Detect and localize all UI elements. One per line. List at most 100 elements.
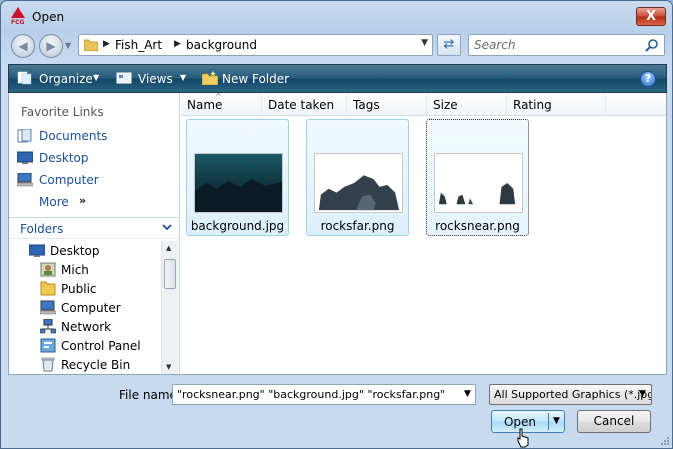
computer-icon <box>17 173 33 187</box>
recent-pages-dropdown[interactable]: ▼ <box>65 41 75 51</box>
computer-icon <box>40 300 56 315</box>
open-dialog: FCG Open X ◀ ▶ ▼ ▶ Fish_Art ▶ background… <box>0 0 673 449</box>
user-folder-icon <box>40 262 56 277</box>
folders-scrollbar[interactable]: ▲ ▼ <box>161 241 178 374</box>
network-icon <box>40 319 56 334</box>
close-button[interactable]: X <box>636 7 666 26</box>
file-item-rocksfar-png[interactable]: rocksfar.png <box>306 119 409 236</box>
window-title: Open <box>32 10 65 24</box>
breadcrumb-chevron-icon[interactable]: ▶ <box>103 39 110 49</box>
column-rating[interactable]: Rating <box>507 93 606 116</box>
column-label: Tags <box>353 98 380 112</box>
open-split-divider <box>548 413 549 430</box>
app-icon: FCG <box>11 7 25 25</box>
tree-item-control-panel[interactable]: Control Panel <box>40 337 180 355</box>
favorite-link-documents[interactable]: Documents <box>14 127 174 147</box>
column-label: Rating <box>513 98 552 112</box>
help-icon[interactable]: ? <box>640 71 656 87</box>
file-item-background-jpg[interactable]: background.jpg <box>186 119 289 236</box>
views-menu[interactable]: Views <box>138 72 173 86</box>
column-date-taken[interactable]: Date taken <box>262 93 347 116</box>
file-item-rocksnear-png[interactable]: rocksnear.png <box>426 119 529 236</box>
folder-icon <box>84 39 98 51</box>
favorite-link-label: More <box>39 195 69 209</box>
tree-item-label: Public <box>61 282 97 296</box>
views-chevron-down-icon[interactable]: ▼ <box>180 73 186 82</box>
tree-item-label: Desktop <box>50 244 100 258</box>
folders-label: Folders <box>20 222 64 236</box>
new-folder-button[interactable]: New Folder <box>222 72 289 86</box>
tree-item-network[interactable]: Network <box>40 318 180 336</box>
favorite-link-label: Computer <box>39 173 99 187</box>
recycle-bin-icon <box>41 357 55 372</box>
tree-item-label: Computer <box>61 301 121 315</box>
tree-item-label: Network <box>61 320 112 334</box>
breadcrumb-background[interactable]: background <box>186 38 257 52</box>
forward-button[interactable]: ▶ <box>39 34 63 58</box>
documents-icon <box>17 129 32 143</box>
address-dropdown-icon[interactable]: ▼ <box>421 38 428 48</box>
column-size[interactable]: Size <box>427 93 507 116</box>
control-panel-icon <box>40 338 56 353</box>
address-bar[interactable]: ▶ Fish_Art ▶ background ▼ <box>78 34 433 56</box>
file-thumbnail <box>314 153 403 213</box>
folders-header[interactable]: Folders <box>9 217 179 239</box>
navigation-pane: Favorite Links Documents Desktop Compute… <box>9 93 180 374</box>
favorite-link-computer[interactable]: Computer <box>14 171 174 191</box>
file-thumbnail <box>194 153 283 213</box>
organize-menu[interactable]: Organize <box>39 72 93 86</box>
file-name: rocksfar.png <box>320 219 395 233</box>
file-name-dropdown-icon[interactable]: ▼ <box>464 389 471 399</box>
column-label: Name <box>187 98 223 112</box>
search-placeholder: Search <box>474 38 516 52</box>
svg-text:FCG: FCG <box>11 19 25 25</box>
search-icon[interactable] <box>645 38 659 52</box>
new-folder-icon <box>202 71 218 85</box>
file-type-dropdown-icon[interactable]: ▼ <box>639 389 646 399</box>
file-list: ^ Name Date taken Tags Size Rating backg… <box>181 92 666 374</box>
favorite-link-more[interactable]: More » <box>14 193 174 213</box>
column-name[interactable]: ^ Name <box>181 92 262 116</box>
scroll-up-icon[interactable]: ▲ <box>166 244 171 252</box>
resize-grip-icon[interactable] <box>660 436 670 446</box>
cancel-button[interactable]: Cancel <box>577 410 651 433</box>
column-label: Date taken <box>268 98 335 112</box>
refresh-button[interactable]: ⇄ <box>437 34 461 56</box>
tree-item-mich[interactable]: Mich <box>40 261 180 279</box>
open-button-label: Open <box>503 415 537 429</box>
organize-chevron-down-icon[interactable]: ▼ <box>93 73 99 82</box>
open-options-dropdown-icon[interactable]: ▼ <box>553 416 560 426</box>
file-name-input[interactable]: "rocksnear.png" "background.jpg" "rocksf… <box>172 384 476 405</box>
file-name: rocksnear.png <box>435 219 520 233</box>
column-header-row: ^ Name Date taken Tags Size Rating <box>181 92 666 116</box>
tree-item-desktop[interactable]: Desktop <box>29 242 169 260</box>
favorite-links-header: Favorite Links <box>21 105 104 119</box>
mouse-cursor-icon <box>517 428 529 448</box>
folder-icon <box>40 281 56 296</box>
column-tags[interactable]: Tags <box>347 93 427 116</box>
scroll-down-icon[interactable]: ▼ <box>166 363 171 371</box>
file-thumbnail <box>434 153 523 213</box>
tree-item-label: Recycle Bin <box>61 358 131 372</box>
organize-icon <box>17 71 32 85</box>
views-icon <box>116 72 132 84</box>
tree-item-label: Mich <box>61 263 89 277</box>
tree-item-public[interactable]: Public <box>40 280 180 298</box>
back-button[interactable]: ◀ <box>11 34 35 58</box>
favorite-link-desktop[interactable]: Desktop <box>14 149 174 169</box>
command-toolbar: Organize ▼ Views ▼ New Folder ? <box>8 64 667 93</box>
breadcrumb-chevron-icon[interactable]: ▶ <box>174 39 181 49</box>
content-area: Favorite Links Documents Desktop Compute… <box>8 92 667 375</box>
title-bar: FCG Open X <box>1 1 672 31</box>
chevron-down-icon <box>162 224 172 231</box>
tree-item-computer[interactable]: Computer <box>40 299 180 317</box>
more-chevrons-icon: » <box>79 194 87 207</box>
scrollbar-thumb[interactable] <box>164 259 176 289</box>
breadcrumb-fish-art[interactable]: Fish_Art <box>115 38 162 52</box>
file-type-select[interactable]: All Supported Graphics (*.jpg; <box>489 384 652 405</box>
column-label: Size <box>433 98 458 112</box>
tree-item-label: Control Panel <box>61 339 141 353</box>
favorite-link-label: Desktop <box>39 151 89 165</box>
search-input[interactable]: Search <box>468 34 665 56</box>
tree-item-recycle-bin[interactable]: Recycle Bin <box>40 356 180 374</box>
